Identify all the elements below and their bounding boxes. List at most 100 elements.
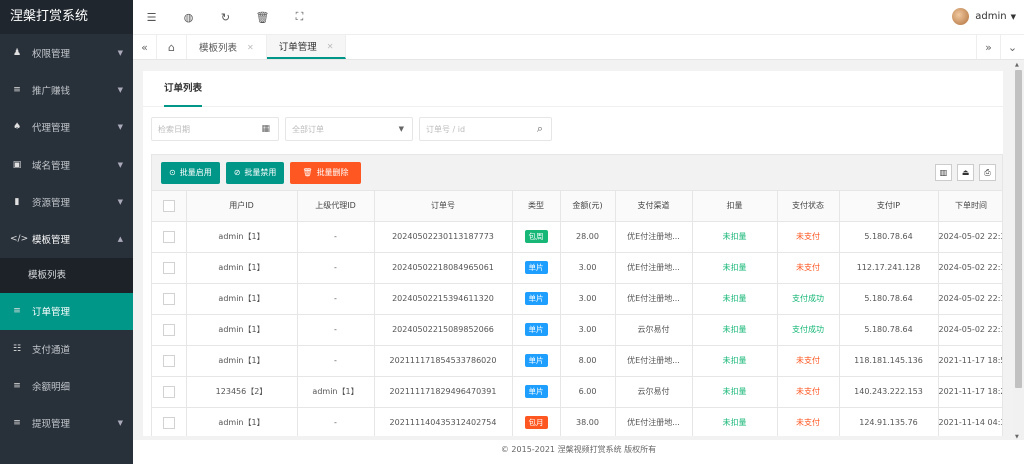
table-toolbar: ⊙ 批量启用 ⊘ 批量禁用 🗑 批量删除 ▥ ⏏ ⎙ (152, 155, 1002, 191)
row-checkbox[interactable] (162, 261, 175, 274)
sidebar-item-orders[interactable]: ≡ 订单管理 (0, 292, 133, 331)
columns-icon[interactable]: ▥ (935, 164, 952, 181)
sidebar-item-payment-channels[interactable]: ☷ 支付通道 (0, 330, 133, 367)
row-checkbox-cell[interactable] (152, 283, 187, 315)
qrcode-icon: ☷ (12, 343, 22, 354)
agent-id-cell: - (297, 221, 375, 253)
type-cell: 单片 (512, 376, 561, 408)
menu-toggle-icon[interactable]: ☰ (133, 11, 170, 24)
table-row[interactable]: admin【1】 -20240502230113187773 包周 28.00 优E付注… (152, 221, 1002, 253)
payment-ip-cell: 5.180.78.64 (839, 314, 939, 346)
row-checkbox-cell[interactable] (152, 252, 187, 284)
refresh-icon[interactable]: ↻ (207, 11, 244, 24)
date-placeholder: 检索日期 (158, 124, 190, 134)
column-header: 上级代理ID (297, 191, 375, 222)
amount-cell: 8.00 (560, 345, 616, 377)
close-icon[interactable]: ✕ (247, 43, 254, 52)
app-logo: 涅槃打赏系统 (0, 0, 133, 34)
table-row[interactable]: 123456【2】 admin【1】 20211117182949647039​1 单… (152, 376, 1002, 408)
order-time-cell: 2021-11-14 04:35:31 (938, 407, 1002, 436)
sidebar-item-withdrawals[interactable]: ≡ 提现管理 ▼ (0, 405, 133, 442)
tab-template-list[interactable]: 模板列表 ✕ (187, 35, 267, 59)
select-all-checkbox-cell[interactable] (152, 191, 187, 222)
type-badge: 单片 (524, 292, 548, 305)
sidebar-item-templates[interactable]: </> 模板管理 ▲ (0, 220, 133, 257)
table-row[interactable]: admin【1】 -20211117185453378602​0 单片 8.00 优E付… (152, 345, 1002, 377)
row-checkbox[interactable] (162, 385, 175, 398)
sidebar-item-label: 代理管理 (32, 123, 71, 135)
row-checkbox[interactable] (162, 416, 175, 429)
sidebar-item-agents[interactable]: ♠ 代理管理 ▼ (0, 109, 133, 146)
sidebar-item-permissions[interactable]: ♟ 权限管理 ▼ (0, 34, 133, 71)
agent-id-cell: - (297, 345, 375, 377)
table-row[interactable]: admin【1】 -20211114043531240275​4 包月 38.00 优E… (152, 407, 1002, 436)
agent-id-cell: - (297, 252, 375, 284)
avatar (952, 8, 970, 25)
globe-icon[interactable]: ◍ (170, 11, 207, 24)
tabs-scroll-right-icon[interactable]: » (976, 35, 1000, 59)
card-title[interactable]: 订单列表 (164, 71, 203, 107)
order-type-select[interactable]: 全部订单 ▼ (285, 117, 413, 141)
user-menu[interactable]: admin ▼ (952, 8, 1016, 25)
sidebar-item-promotion[interactable]: ≡ 推广赚钱 ▼ (0, 71, 133, 108)
chevron-down-icon: ▼ (398, 125, 404, 133)
type-cell: 包月 (512, 407, 561, 436)
date-filter-input[interactable]: 检索日期 ▦ (151, 117, 279, 141)
payment-ip-cell: 140.243.222.153 (839, 376, 939, 408)
close-icon[interactable]: ✕ (327, 42, 334, 51)
search-icon[interactable]: ⌕ (537, 122, 543, 136)
sidebar-item-resources[interactable]: ▮ 资源管理 ▼ (0, 183, 133, 220)
fullscreen-icon[interactable]: ⛶ (281, 10, 318, 24)
table-row[interactable]: admin【1】 -20240502218084965061 单片 3.00 优E付注册… (152, 252, 1002, 284)
chevron-down-icon: ▼ (117, 85, 123, 94)
sidebar-item-label: 余额明细 (32, 382, 71, 394)
column-header: 支付IP (839, 191, 939, 222)
top-bar: ☰ ◍ ↻ 🗑 ⛶ admin ▼ (133, 0, 1024, 34)
row-checkbox[interactable] (162, 292, 175, 305)
row-checkbox-cell[interactable] (152, 221, 187, 253)
print-icon[interactable]: ⎙ (979, 164, 996, 181)
order-number-cell: 20211117182949647039​1 (374, 376, 513, 408)
row-checkbox[interactable] (162, 230, 175, 243)
user-id-cell: admin【1】 (186, 283, 298, 315)
select-all-checkbox[interactable] (162, 199, 175, 212)
home-icon[interactable]: ⌂ (157, 35, 187, 59)
chevron-down-icon: ▼ (117, 160, 123, 169)
order-time-cell: 2024-05-02 22:18:08 (938, 252, 1002, 284)
tab-order-management[interactable]: 订单管理 ✕ (266, 35, 347, 59)
export-icon[interactable]: ⏏ (957, 164, 974, 181)
scroll-up-icon[interactable]: ▲ (1015, 62, 1019, 68)
table-row[interactable]: admin【1】 -20240502215089852066 单片 3.00 云尔易付未… (152, 314, 1002, 346)
row-checkbox-cell[interactable] (152, 376, 187, 408)
sidebar-subitem-template-list[interactable]: 模板列表 (0, 257, 133, 293)
payment-ip-cell: 118.181.145.136 (839, 345, 939, 377)
payment-status-cell: 支付成功 (777, 283, 840, 315)
row-checkbox-cell[interactable] (152, 345, 187, 377)
type-badge: 包月 (524, 416, 548, 429)
page-scrollbar[interactable]: ▲ ▼ (1013, 62, 1024, 440)
chevron-down-icon: ▼ (117, 48, 123, 57)
tabs-scroll-left-icon[interactable]: « (133, 35, 157, 59)
payment-ip-cell: 124.91.135.76 (839, 407, 939, 436)
row-checkbox[interactable] (162, 354, 175, 367)
order-number-cell: 20240502230113187773 (374, 221, 513, 253)
batch-disable-button[interactable]: ⊘ 批量禁用 (225, 161, 285, 184)
batch-disable-label: 批量禁用 (244, 168, 277, 177)
row-checkbox-cell[interactable] (152, 314, 187, 346)
batch-delete-button[interactable]: 🗑 批量删除 (290, 161, 361, 184)
order-search-input[interactable]: 订单号 / id ⌕ (419, 117, 552, 141)
row-checkbox[interactable] (162, 323, 175, 336)
sidebar-item-domains[interactable]: ▣ 域名管理 ▼ (0, 146, 133, 183)
payment-ip-cell: 112.17.241.128 (839, 252, 939, 284)
row-checkbox-cell[interactable] (152, 407, 187, 436)
sidebar-item-balance-details[interactable]: ≡ 余额明细 (0, 367, 133, 404)
deduct-cell: 未扣量 (692, 283, 778, 315)
amount-cell: 38.00 (560, 407, 616, 436)
scrollbar-thumb[interactable] (1015, 70, 1022, 388)
batch-enable-button[interactable]: ⊙ 批量启用 (161, 161, 220, 184)
table-row[interactable]: admin【1】 -20240502215394611320 单片 3.00 优E付注册… (152, 283, 1002, 315)
tab-label: 订单管理 (278, 42, 317, 53)
trash-icon[interactable]: 🗑 (244, 11, 281, 24)
tabs-dropdown-icon[interactable]: ⌄ (1000, 35, 1024, 59)
type-badge: 包周 (524, 230, 548, 243)
